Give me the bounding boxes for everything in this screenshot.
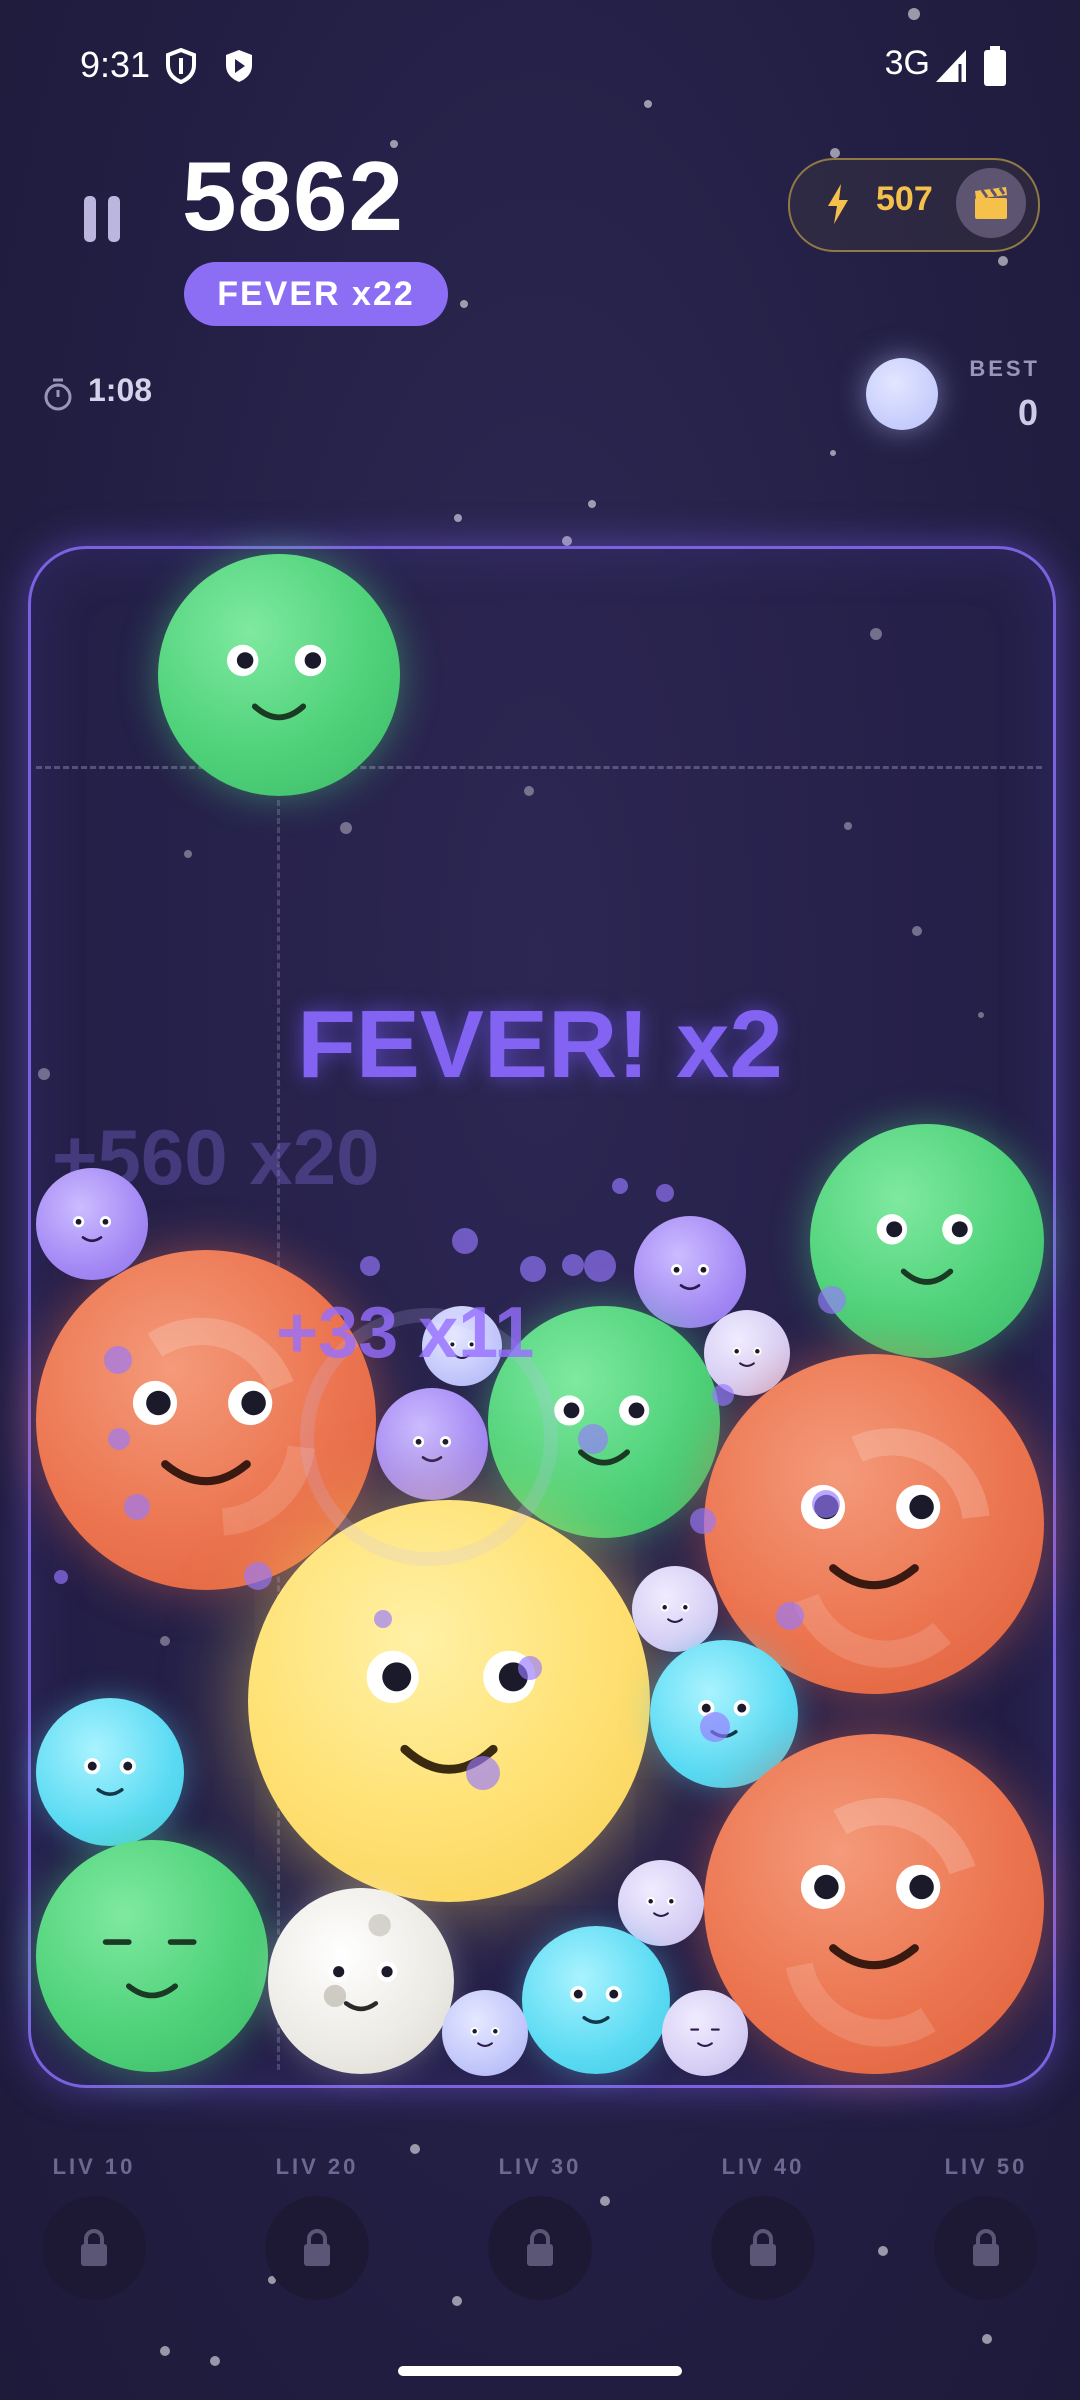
star-dot (982, 2334, 992, 2344)
particle (108, 1428, 130, 1450)
ball-purple (36, 1168, 148, 1280)
star-dot (452, 2296, 462, 2306)
home-indicator[interactable] (398, 2366, 682, 2376)
particle (700, 1712, 730, 1742)
particle (818, 1286, 846, 1314)
ball-cyan (522, 1926, 670, 2074)
game-timer: 1:08 (88, 372, 153, 408)
particle (124, 1494, 150, 1520)
particle (466, 1756, 500, 1790)
status-time: 9:31 (80, 44, 151, 85)
fever-banner: FEVER! x2 (297, 991, 783, 1098)
bolt-icon (826, 184, 850, 224)
level-lock-button[interactable] (711, 2196, 815, 2300)
fever-badge: FEVER x22 (184, 262, 448, 326)
particle (612, 1178, 628, 1194)
particle (452, 1228, 478, 1254)
lock-icon (527, 2229, 553, 2266)
star-dot (160, 2346, 170, 2356)
battery-icon (984, 46, 1006, 91)
particle (712, 1384, 734, 1406)
signal-icon (934, 48, 968, 89)
energy-count: 507 (876, 180, 933, 218)
star-dot (830, 148, 840, 158)
particle (360, 1256, 380, 1276)
star-dot (998, 256, 1008, 266)
particle (518, 1656, 542, 1680)
timer-icon (42, 378, 74, 412)
star-dot (410, 2144, 420, 2154)
lock-icon (304, 2229, 330, 2266)
star-dot (562, 536, 572, 546)
particle (54, 1570, 68, 1584)
level-label: LIV 30 (498, 2154, 582, 2179)
lock-icon (750, 2229, 776, 2266)
particle (520, 1256, 546, 1282)
star-dot (644, 100, 652, 108)
particle (812, 1490, 840, 1518)
score-popup: +33 x11 (276, 1293, 535, 1373)
pause-button[interactable] (84, 196, 122, 242)
star-dot (878, 2246, 888, 2256)
particle (584, 1250, 616, 1282)
particle (562, 1254, 584, 1276)
particle (776, 1602, 804, 1630)
star-dot (210, 2356, 220, 2366)
particle (690, 1508, 716, 1534)
held-ball[interactable] (158, 554, 400, 796)
level-lock-button[interactable] (934, 2196, 1038, 2300)
ball-green (810, 1124, 1044, 1358)
ball-red (704, 1734, 1044, 2074)
lock-icon (973, 2229, 999, 2266)
star-dot (600, 2196, 610, 2206)
level-lock-button[interactable] (488, 2196, 592, 2300)
level-lock-button[interactable] (42, 2196, 146, 2300)
lock-icon (81, 2229, 107, 2266)
particle (374, 1610, 392, 1628)
ball-periwinkle (442, 1990, 528, 2076)
particle (244, 1562, 272, 1590)
particle (578, 1424, 608, 1454)
star-dot (908, 8, 920, 20)
shield-icon (164, 47, 198, 85)
ball-green-sleeping (36, 1840, 268, 2072)
particle (104, 1346, 132, 1374)
ball-lilac-sleeping (662, 1990, 748, 2076)
best-value: 0 (1017, 392, 1038, 433)
level-label: LIV 10 (52, 2154, 136, 2179)
star-dot (460, 300, 468, 308)
play-shield-icon (222, 48, 256, 84)
level-label: LIV 40 (721, 2154, 805, 2179)
watch-ad-button[interactable] (956, 168, 1026, 238)
score: 5862 (182, 141, 405, 251)
pause-icon (84, 196, 96, 242)
particle (656, 1184, 674, 1202)
network-type: 3G (884, 44, 930, 82)
star-dot (454, 514, 462, 522)
level-label: LIV 50 (944, 2154, 1028, 2179)
clapperboard-icon (975, 187, 1007, 219)
star-dot (588, 500, 596, 508)
ball-white (268, 1888, 454, 2074)
best-label: BEST (969, 356, 1040, 381)
ball-cyan (36, 1698, 184, 1846)
next-ball-preview (866, 358, 938, 430)
star-dot (830, 450, 836, 456)
level-label: LIV 20 (275, 2154, 359, 2179)
level-lock-button[interactable] (265, 2196, 369, 2300)
